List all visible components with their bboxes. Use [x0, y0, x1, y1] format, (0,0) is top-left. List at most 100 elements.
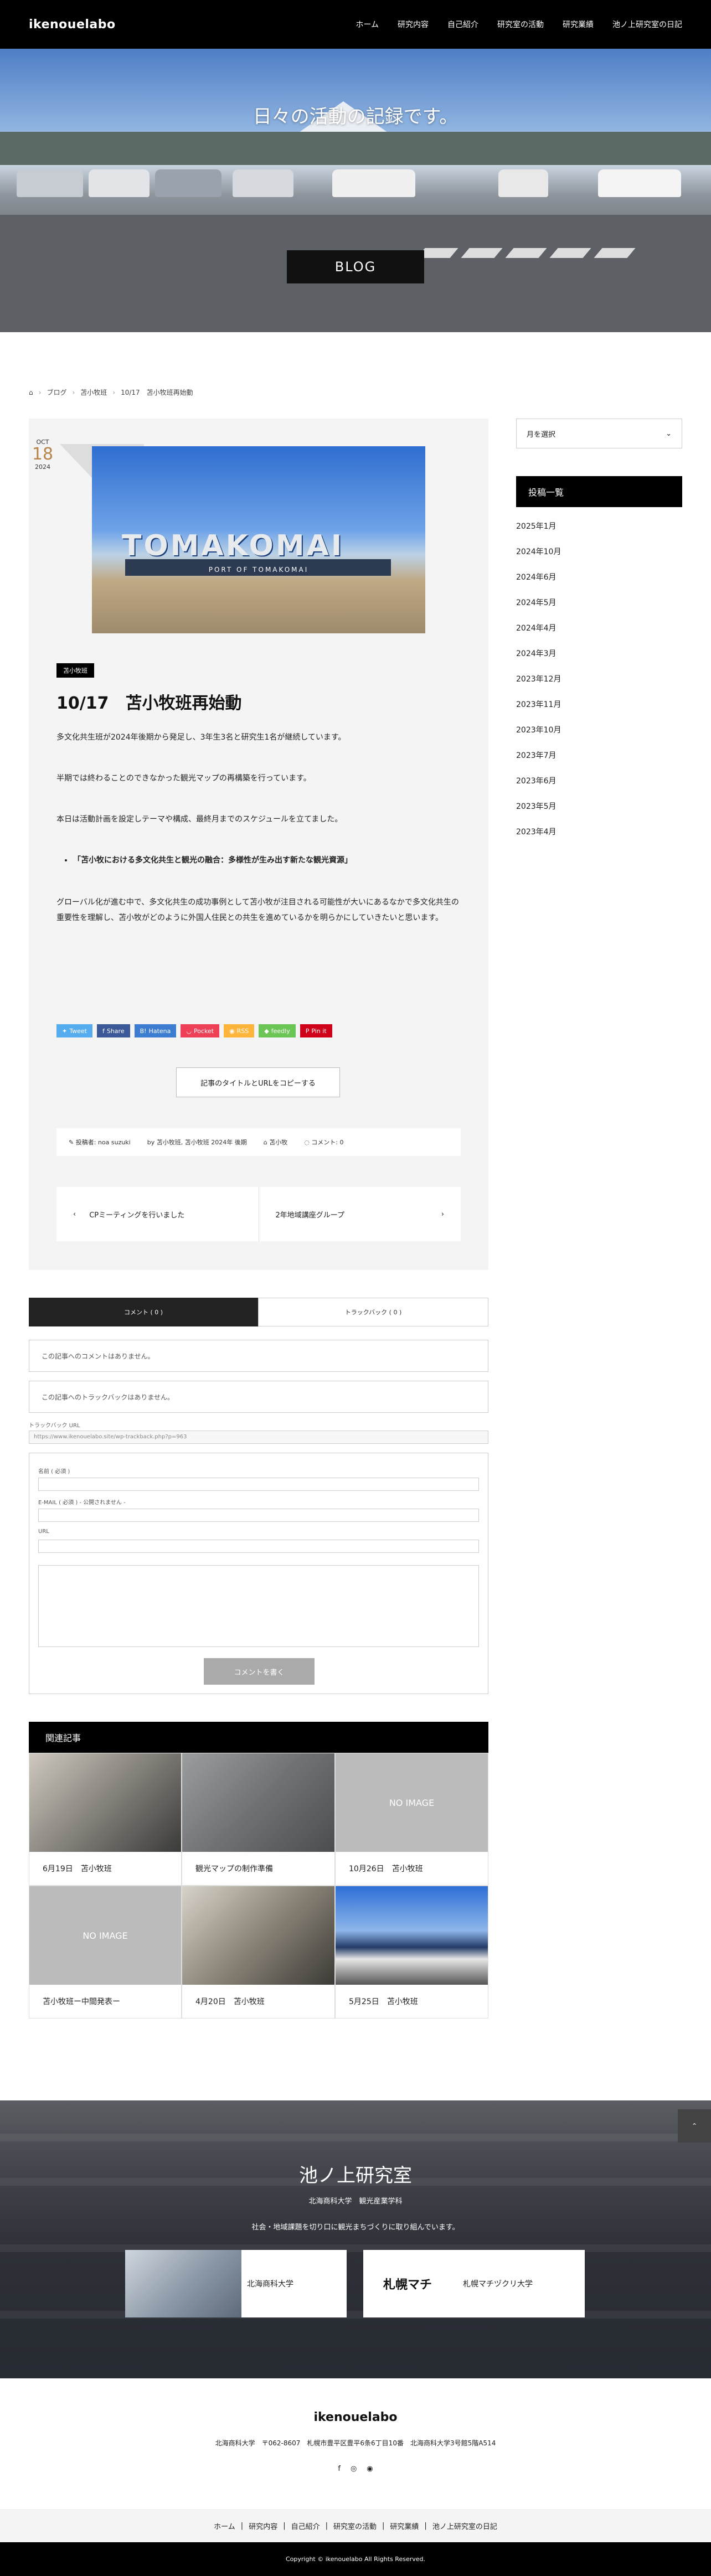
date-year: 2024	[35, 463, 50, 471]
hatena-icon: B!	[140, 1027, 147, 1035]
related-thumbnail	[182, 1886, 334, 1985]
instagram-icon[interactable]: ◎	[351, 2465, 357, 2473]
archive-link[interactable]: 2024年6月	[516, 571, 561, 597]
machizukuri-logo: 札幌マチ	[383, 2278, 432, 2292]
comment-form: 名前 ( 必須 ) E-MAIL ( 必須 ) - 公開されません - URL …	[29, 1453, 488, 1694]
share-facebook-button[interactable]: f Share	[96, 1024, 130, 1037]
comment-icon: ◌	[304, 1139, 312, 1146]
share-rss-button[interactable]: ◉ RSS	[224, 1024, 255, 1037]
footer-nav-home[interactable]: ホーム	[214, 2521, 235, 2531]
related-item[interactable]: 5月25日 苫小牧班	[335, 1886, 488, 2019]
share-tweet-button[interactable]: ✦ Tweet	[56, 1024, 92, 1037]
footer-nav-diary[interactable]: 池ノ上研究室の日記	[432, 2521, 497, 2531]
next-post-link[interactable]: 2年地域講座グループ ›	[258, 1187, 461, 1241]
archive-link[interactable]: 2023年12月	[516, 673, 561, 699]
url-field[interactable]	[38, 1540, 479, 1553]
post-categories[interactable]: by 苫小牧班, 苫小牧班 2024年 後期	[147, 1138, 247, 1147]
footer-nav-achievements[interactable]: 研究業績	[390, 2521, 419, 2531]
archive-link[interactable]: 2025年1月	[516, 520, 561, 546]
share-hatena-button[interactable]: B! Hatena	[134, 1024, 177, 1037]
archive-link[interactable]: 2023年6月	[516, 775, 561, 801]
breadcrumb-category[interactable]: 苫小牧班	[80, 388, 107, 397]
rss-icon[interactable]: ◉	[367, 2465, 373, 2473]
copy-title-url-button[interactable]: 記事のタイトルとURLをコピーする	[176, 1067, 340, 1097]
related-thumbnail: NO IMAGE	[336, 1753, 488, 1852]
archive-link[interactable]: 2023年5月	[516, 801, 561, 826]
share-pocket-button[interactable]: ◡ Pocket	[181, 1024, 220, 1037]
sidebar-heading: 投稿一覧	[516, 476, 682, 507]
related-heading: 関連記事	[29, 1722, 488, 1753]
archive-link[interactable]: 2023年4月	[516, 826, 561, 851]
archive-link[interactable]: 2024年5月	[516, 597, 561, 622]
related-item[interactable]: NO IMAGE 苫小牧班ー中間発表ー	[29, 1886, 182, 2019]
building-image	[125, 2250, 241, 2317]
no-comments-box: この記事へのコメントはありません。	[29, 1340, 488, 1372]
related-item[interactable]: 6月19日 苫小牧班	[29, 1753, 182, 1886]
related-title: 5月25日 苫小牧班	[349, 1997, 418, 2006]
site-header: ikenouelabo ホーム 研究内容 自己紹介 研究室の活動 研究業績 池ノ…	[0, 0, 711, 49]
related-item[interactable]: NO IMAGE 10月26日 苫小牧班	[335, 1753, 488, 1886]
nav-achievements[interactable]: 研究業績	[563, 19, 594, 30]
related-thumbnail	[29, 1753, 181, 1852]
breadcrumb-blog[interactable]: ブログ	[47, 388, 66, 397]
footer-logo[interactable]: ikenouelabo	[0, 2410, 711, 2424]
name-label: 名前 ( 必須 )	[38, 1469, 70, 1475]
chevron-right-icon: ›	[38, 388, 42, 396]
parked-cars	[0, 169, 711, 208]
category-badge[interactable]: 苫小牧班	[56, 663, 94, 678]
post-date: OCT 18 2024	[29, 438, 56, 471]
footer-nav-activities[interactable]: 研究室の活動	[333, 2521, 377, 2531]
hero-tagline: 日々の活動の記録です。	[253, 106, 458, 128]
footer-nav-research[interactable]: 研究内容	[249, 2521, 277, 2531]
archive-link[interactable]: 2024年4月	[516, 622, 561, 648]
name-field[interactable]	[38, 1478, 479, 1491]
nav-profile[interactable]: 自己紹介	[447, 19, 478, 30]
related-item[interactable]: 観光マップの制作準備	[182, 1753, 335, 1886]
global-nav: ホーム 研究内容 自己紹介 研究室の活動 研究業績 池ノ上研究室の日記	[356, 19, 682, 30]
banner-hokkai-shoka[interactable]: 北海商科大学	[125, 2250, 347, 2317]
paragraph: 本日は活動計画を設定しテーマや構成、最終月までのスケジュールを立てました。	[56, 815, 343, 824]
nav-research[interactable]: 研究内容	[398, 19, 429, 30]
home-icon[interactable]: ⌂	[29, 389, 33, 396]
page-top-button[interactable]: ⌃	[678, 2109, 711, 2143]
archive-link[interactable]: 2024年3月	[516, 648, 561, 673]
archive-link[interactable]: 2023年7月	[516, 750, 561, 775]
facebook-icon: f	[102, 1027, 105, 1035]
share-feedly-button[interactable]: ◆ feedly	[259, 1024, 296, 1037]
share-pinterest-button[interactable]: P Pin it	[300, 1024, 332, 1037]
nav-home[interactable]: ホーム	[356, 19, 379, 30]
sign-lettering: TOMAKOMAI	[122, 529, 344, 562]
submit-comment-button[interactable]: コメントを書く	[204, 1658, 315, 1685]
related-title: 6月19日 苫小牧班	[43, 1865, 112, 1873]
tag-icon: ⌂	[263, 1139, 270, 1146]
trackback-label: トラックバック URL	[29, 1423, 80, 1429]
rss-icon: ◉	[229, 1027, 235, 1035]
prev-post-link[interactable]: ‹ CPミーティングを行いました	[56, 1187, 259, 1241]
nav-activities[interactable]: 研究室の活動	[497, 19, 544, 30]
archive-link[interactable]: 2023年10月	[516, 724, 561, 750]
bullet-item: 「苫小牧における多文化共生と観光の融合：多様性が生み出す新たな観光資源」	[73, 853, 461, 868]
tab-trackbacks[interactable]: トラックバック ( 0 )	[258, 1298, 488, 1326]
related-thumbnail	[336, 1886, 488, 1985]
no-image-label: NO IMAGE	[389, 1797, 435, 1808]
banner-sapporo-machizukuri[interactable]: 札幌マチ 札幌マチヅクリ大学	[363, 2250, 585, 2317]
nav-diary[interactable]: 池ノ上研究室の日記	[612, 19, 682, 30]
trackback-url-field[interactable]: https://www.ikenouelabo.site/wp-trackbac…	[29, 1431, 488, 1444]
site-logo[interactable]: ikenouelabo	[29, 18, 116, 32]
post-comment-count: ◌ コメント: 0	[304, 1139, 344, 1146]
archive-link[interactable]: 2023年11月	[516, 699, 561, 724]
chevron-right-icon: ›	[112, 388, 116, 396]
archive-link[interactable]: 2024年10月	[516, 546, 561, 571]
tab-comments[interactable]: コメント ( 0 )	[29, 1298, 258, 1326]
email-field[interactable]	[38, 1509, 479, 1522]
comment-textarea[interactable]	[38, 1565, 479, 1647]
related-thumbnail	[182, 1753, 334, 1852]
date-day: 18	[32, 445, 54, 464]
facebook-icon[interactable]: f	[338, 2465, 341, 2473]
footer-nav-profile[interactable]: 自己紹介	[291, 2521, 320, 2531]
archive-month-select[interactable]: 月を選択 ⌄	[516, 419, 682, 448]
copyright: Copyright © ikenouelabo All Rights Reser…	[0, 2542, 711, 2576]
footer-address: 北海商科大学 〒062-8607 札幌市豊平区豊平6条6丁目10番 北海商科大学…	[215, 2439, 496, 2447]
related-item[interactable]: 4月20日 苫小牧班	[182, 1886, 335, 2019]
hills-shape	[0, 132, 711, 165]
